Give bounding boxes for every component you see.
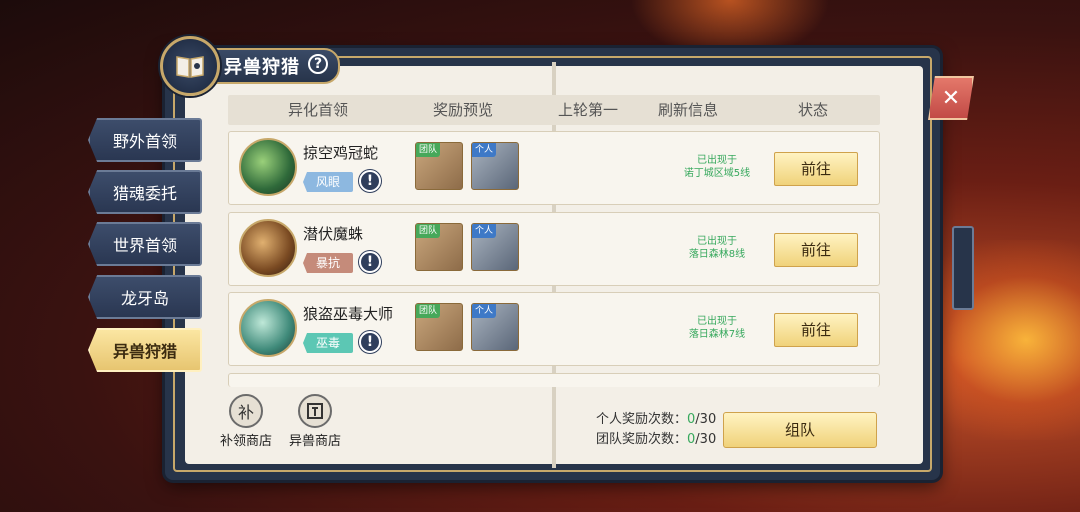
personal-badge: 个人 bbox=[472, 224, 497, 238]
side-tab-beast-hunt[interactable]: 异兽狩猎 bbox=[88, 328, 202, 372]
personal-count-line: 个人奖励次数：0/30 bbox=[596, 410, 716, 430]
table-row: 潜伏魔蛛 暴抗 ! 团队 个人 已出现于 落日森林8线 前往 bbox=[228, 212, 880, 286]
supplement-shop[interactable]: 补 补领商店 bbox=[216, 394, 276, 449]
team-badge: 团队 bbox=[416, 304, 441, 318]
shop-icon bbox=[298, 394, 332, 428]
reward-counts: 个人奖励次数：0/30 团队奖励次数：0/30 bbox=[596, 410, 716, 450]
side-tab-wild-boss[interactable]: 野外首领 bbox=[88, 118, 202, 162]
table-header: 异化首领 奖励预览 上轮第一 刷新信息 状态 bbox=[228, 95, 880, 125]
team-count-total: /30 bbox=[695, 432, 717, 447]
personal-badge: 个人 bbox=[472, 143, 497, 157]
personal-count-label: 个人奖励次数： bbox=[596, 412, 688, 427]
team-button[interactable]: 组队 bbox=[723, 412, 877, 448]
header-reward: 奖励预览 bbox=[432, 101, 493, 119]
beast-shop[interactable]: 异兽商店 bbox=[285, 394, 345, 449]
info-icon[interactable]: ! bbox=[359, 251, 381, 273]
supplement-shop-icon: 补 bbox=[229, 394, 263, 428]
info-icon[interactable]: ! bbox=[359, 331, 381, 353]
info-icon[interactable]: ! bbox=[359, 170, 381, 192]
help-button[interactable]: ? bbox=[308, 54, 328, 74]
personal-count-total: /30 bbox=[695, 412, 717, 427]
boss-name: 潜伏魔蛛 bbox=[303, 225, 364, 243]
boss-tag: 暴抗 bbox=[303, 253, 353, 273]
boss-portrait bbox=[239, 299, 297, 357]
boss-portrait bbox=[239, 138, 297, 196]
table-row-partial bbox=[228, 373, 880, 387]
team-count-line: 团队奖励次数：0/30 bbox=[596, 430, 716, 450]
book-icon bbox=[160, 36, 220, 96]
supplement-shop-label: 补领商店 bbox=[219, 434, 272, 449]
boss-portrait bbox=[239, 219, 297, 277]
header-status: 状态 bbox=[797, 101, 828, 119]
side-tab-soul-hunt[interactable]: 猎魂委托 bbox=[88, 170, 202, 214]
page-title: 异兽狩猎 bbox=[224, 57, 300, 78]
table-row: 掠空鸡冠蛇 风眼 ! 团队 个人 已出现于 诺丁城区域5线 前往 bbox=[228, 131, 880, 205]
personal-reward-item[interactable]: 个人 bbox=[471, 223, 519, 271]
header-refresh: 刷新信息 bbox=[657, 101, 718, 119]
team-badge: 团队 bbox=[416, 224, 441, 238]
team-count-label: 团队奖励次数： bbox=[596, 432, 688, 447]
personal-reward-item[interactable]: 个人 bbox=[471, 303, 519, 351]
go-button[interactable]: 前往 bbox=[774, 152, 858, 186]
boss-tag: 巫毒 bbox=[303, 333, 353, 353]
beast-shop-label: 异兽商店 bbox=[288, 434, 341, 449]
team-reward-item[interactable]: 团队 bbox=[415, 303, 463, 351]
go-button[interactable]: 前往 bbox=[774, 233, 858, 267]
header-boss: 异化首领 bbox=[287, 101, 348, 119]
side-tab-world-boss[interactable]: 世界首领 bbox=[88, 222, 202, 266]
personal-reward-item[interactable]: 个人 bbox=[471, 142, 519, 190]
go-button[interactable]: 前往 bbox=[774, 313, 858, 347]
team-reward-item[interactable]: 团队 bbox=[415, 142, 463, 190]
boss-name: 掠空鸡冠蛇 bbox=[303, 144, 379, 162]
team-reward-item[interactable]: 团队 bbox=[415, 223, 463, 271]
boss-name: 狼盗巫毒大师 bbox=[303, 305, 394, 323]
boss-tag: 风眼 bbox=[303, 172, 353, 192]
title-plate: 异兽狩猎 ? bbox=[160, 36, 340, 96]
close-icon: ✕ bbox=[941, 85, 961, 111]
side-tab-dragon-island[interactable]: 龙牙岛 bbox=[88, 275, 202, 319]
personal-badge: 个人 bbox=[472, 304, 497, 318]
close-button[interactable]: ✕ bbox=[928, 76, 974, 120]
table-row: 狼盗巫毒大师 巫毒 ! 团队 个人 已出现于 落日森林7线 前往 bbox=[228, 292, 880, 366]
team-badge: 团队 bbox=[416, 143, 441, 157]
book-side-tab bbox=[952, 226, 974, 310]
title-bar: 异兽狩猎 ? bbox=[202, 48, 340, 84]
